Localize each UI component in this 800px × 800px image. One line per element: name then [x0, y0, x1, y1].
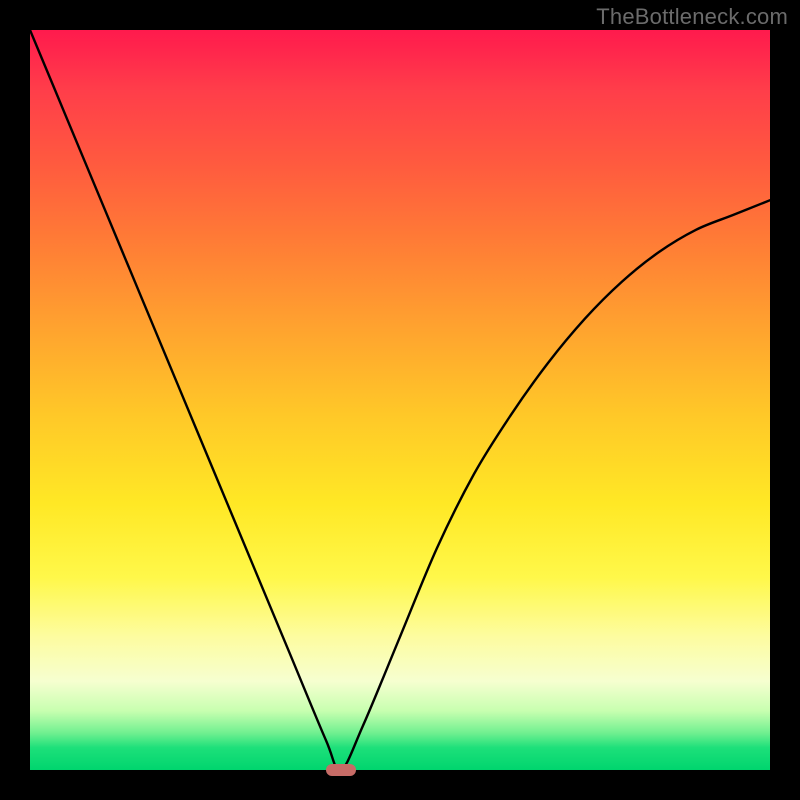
- watermark-text: TheBottleneck.com: [596, 4, 788, 30]
- bottleneck-curve: [30, 30, 770, 770]
- optimal-point-marker: [326, 764, 356, 776]
- chart-frame: TheBottleneck.com: [0, 0, 800, 800]
- plot-area: [30, 30, 770, 770]
- curve-path: [30, 30, 770, 770]
